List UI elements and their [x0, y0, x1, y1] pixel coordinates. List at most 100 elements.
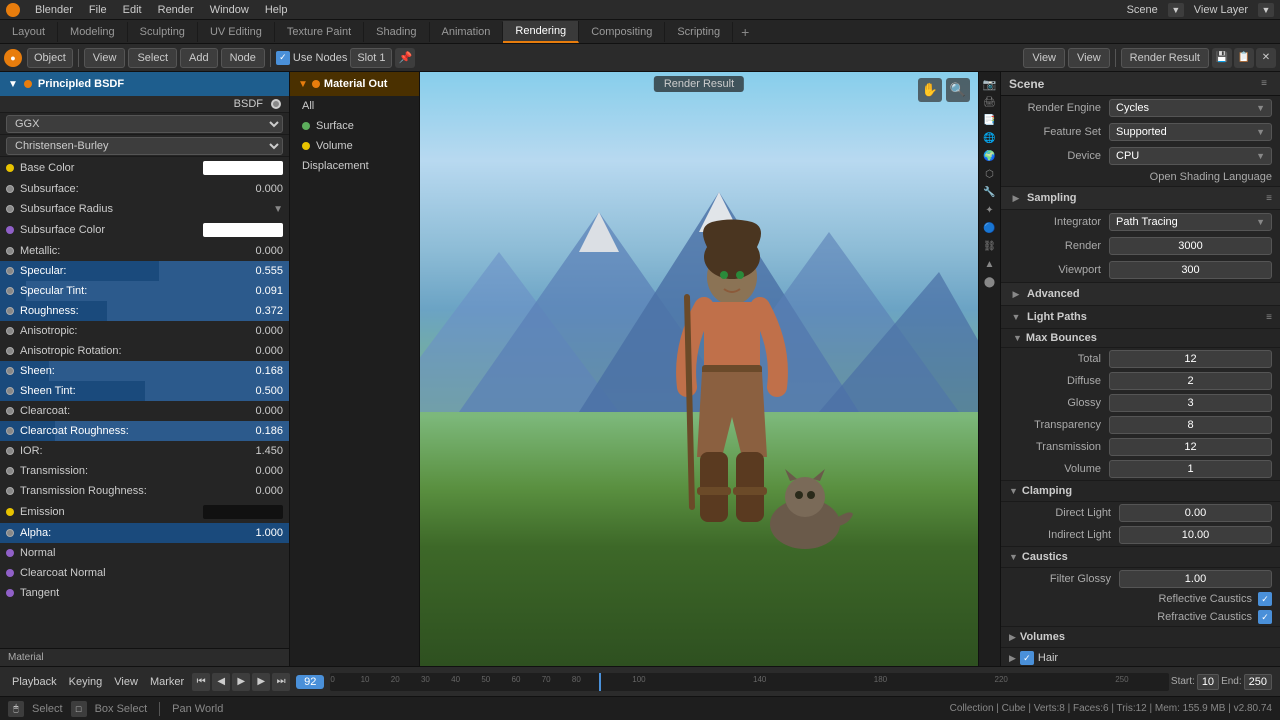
sampling-options-icon[interactable]: ≡: [1266, 193, 1272, 204]
sampling-section-header[interactable]: ▶ Sampling ≡: [1001, 186, 1280, 210]
viewport-samples-value[interactable]: 300: [1109, 261, 1272, 279]
prop-subsurface-radius[interactable]: Subsurface Radius ▼: [0, 199, 289, 219]
end-frame-value[interactable]: 250: [1244, 674, 1272, 690]
prop-clearcoat[interactable]: Clearcoat: 0.000: [0, 401, 289, 421]
tab-uv-editing[interactable]: UV Editing: [198, 22, 275, 42]
next-frame-btn[interactable]: ▶: [252, 673, 270, 691]
reflective-caustics-checkbox[interactable]: ✓: [1258, 592, 1272, 606]
object-icon[interactable]: ⬡: [982, 166, 998, 182]
prop-alpha[interactable]: Alpha: 1.000: [0, 523, 289, 543]
subsurface-color-swatch[interactable]: [203, 223, 283, 237]
subsurface-method-row[interactable]: Christensen-Burley: [0, 135, 289, 157]
volume-value[interactable]: 1: [1109, 460, 1272, 478]
refractive-caustics-checkbox[interactable]: ✓: [1258, 610, 1272, 624]
distribution-row[interactable]: GGX: [0, 113, 289, 135]
tab-texture-paint[interactable]: Texture Paint: [275, 22, 364, 42]
use-nodes-checkbox[interactable]: ✓: [276, 51, 290, 65]
filter-glossy-value[interactable]: 1.00: [1119, 570, 1272, 588]
tab-compositing[interactable]: Compositing: [579, 22, 665, 42]
add-button[interactable]: Add: [180, 48, 218, 68]
render-samples-value[interactable]: 3000: [1109, 237, 1272, 255]
physics-icon[interactable]: 🔵: [982, 220, 998, 236]
indirect-light-value[interactable]: 10.00: [1119, 526, 1272, 544]
subsurface-method-dropdown[interactable]: Christensen-Burley: [6, 137, 283, 155]
current-frame-display[interactable]: 92: [296, 675, 324, 689]
tab-animation[interactable]: Animation: [430, 22, 504, 42]
prop-anisotropic[interactable]: Anisotropic: 0.000: [0, 321, 289, 341]
volumes-header[interactable]: ▶ Volumes: [1001, 626, 1280, 648]
mat-output-arrow[interactable]: ▼: [298, 79, 308, 90]
prop-tangent[interactable]: Tangent: [0, 583, 289, 603]
mat-surface[interactable]: Surface: [290, 116, 419, 136]
tab-layout[interactable]: Layout: [0, 22, 58, 42]
feature-set-dropdown[interactable]: Supported ▼: [1109, 123, 1272, 141]
mat-displacement[interactable]: Displacement: [290, 156, 419, 176]
hair-row[interactable]: ▶ ✓ Hair: [1001, 648, 1280, 666]
base-color-swatch[interactable]: [203, 161, 283, 175]
menu-edit[interactable]: Edit: [116, 2, 149, 18]
right-panel-options[interactable]: ≡: [1256, 76, 1272, 92]
playback-label[interactable]: Playback: [8, 676, 61, 688]
hair-checkbox[interactable]: ✓: [1020, 651, 1034, 665]
prop-metallic[interactable]: Metallic: 0.000: [0, 241, 289, 261]
view-button-3[interactable]: View: [1068, 48, 1110, 68]
prop-transmission-roughness[interactable]: Transmission Roughness: 0.000: [0, 481, 289, 501]
material-tab[interactable]: Material: [0, 648, 289, 666]
output-icon[interactable]: 🖨: [982, 94, 998, 110]
prop-subsurface-color[interactable]: Subsurface Color: [0, 219, 289, 241]
prop-transmission[interactable]: Transmission: 0.000: [0, 461, 289, 481]
distribution-dropdown[interactable]: GGX: [6, 115, 283, 133]
subsurface-radius-dropdown-icon[interactable]: ▼: [273, 204, 283, 215]
light-paths-options[interactable]: ≡: [1266, 312, 1272, 323]
transmission-value[interactable]: 12: [1109, 438, 1272, 456]
constraints-icon[interactable]: ⛓: [982, 238, 998, 254]
prop-specular-tint[interactable]: Specular Tint: 0.091: [0, 281, 289, 301]
glossy-value[interactable]: 3: [1109, 394, 1272, 412]
render-engine-dropdown[interactable]: Cycles ▼: [1109, 99, 1272, 117]
integrator-dropdown[interactable]: Path Tracing ▼: [1109, 213, 1272, 231]
node-button[interactable]: Node: [221, 48, 265, 68]
prop-clearcoat-roughness[interactable]: Clearcoat Roughness: 0.186: [0, 421, 289, 441]
menu-help[interactable]: Help: [258, 2, 295, 18]
view-layer-dropdown-icon[interactable]: ▼: [1258, 3, 1274, 17]
prop-normal[interactable]: Normal: [0, 543, 289, 563]
scene-icon[interactable]: 🌐: [982, 130, 998, 146]
viewport-zoom-btn[interactable]: 🔍: [946, 78, 970, 102]
viewport-hand-btn[interactable]: ✋: [918, 78, 942, 102]
node-collapse-arrow[interactable]: ▼: [8, 79, 18, 90]
use-nodes-label[interactable]: Use Nodes: [293, 52, 347, 64]
view-label[interactable]: View: [110, 676, 142, 688]
direct-light-value[interactable]: 0.00: [1119, 504, 1272, 522]
mat-volume[interactable]: Volume: [290, 136, 419, 156]
marker-label[interactable]: Marker: [146, 676, 188, 688]
render-close-icon[interactable]: ✕: [1256, 48, 1276, 68]
tab-shading[interactable]: Shading: [364, 22, 429, 42]
view-layer-icon[interactable]: 📑: [982, 112, 998, 128]
prop-ior[interactable]: IOR: 1.450: [0, 441, 289, 461]
jump-start-btn[interactable]: ⏮: [192, 673, 210, 691]
diffuse-value[interactable]: 2: [1109, 372, 1272, 390]
particle-icon[interactable]: ✦: [982, 202, 998, 218]
transparency-value[interactable]: 8: [1109, 416, 1272, 434]
tab-rendering[interactable]: Rendering: [503, 21, 579, 43]
scene-dropdown-icon[interactable]: ▼: [1168, 3, 1184, 17]
render-result-label[interactable]: Render Result: [1121, 48, 1209, 68]
tab-scripting[interactable]: Scripting: [665, 22, 733, 42]
prev-frame-btn[interactable]: ◀: [212, 673, 230, 691]
clamping-header[interactable]: ▼ Clamping: [1001, 480, 1280, 502]
modifier-icon[interactable]: 🔧: [982, 184, 998, 200]
mat-all[interactable]: All: [290, 96, 419, 116]
tab-modeling[interactable]: Modeling: [58, 22, 128, 42]
emission-swatch[interactable]: [203, 505, 283, 519]
prop-base-color[interactable]: Base Color: [0, 157, 289, 179]
material-icon[interactable]: ⬤: [982, 274, 998, 290]
render-icon[interactable]: 📷: [982, 76, 998, 92]
menu-window[interactable]: Window: [203, 2, 256, 18]
slot-dropdown[interactable]: Slot 1: [350, 48, 392, 68]
data-icon[interactable]: ▲: [982, 256, 998, 272]
menu-render[interactable]: Render: [151, 2, 201, 18]
start-frame-value[interactable]: 10: [1197, 674, 1219, 690]
advanced-section-header[interactable]: ▶ Advanced: [1001, 282, 1280, 306]
render-copy-icon[interactable]: 📋: [1234, 48, 1254, 68]
prop-specular[interactable]: Specular: 0.555: [0, 261, 289, 281]
